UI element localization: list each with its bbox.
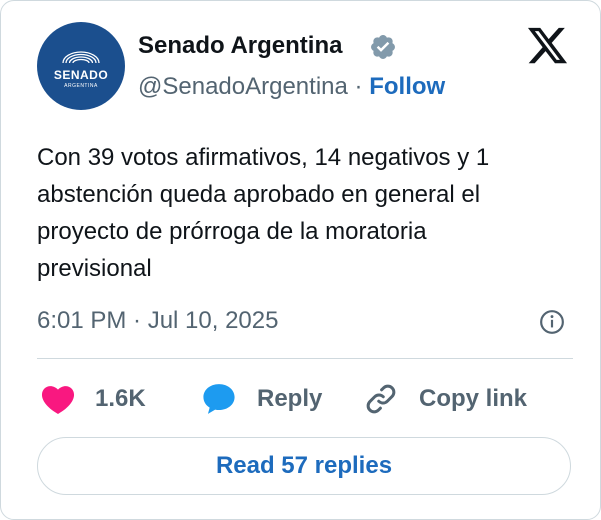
link-icon (366, 384, 396, 414)
divider (37, 358, 573, 359)
reply-label: Reply (257, 385, 323, 412)
tweet-text: Con 39 votos afirmativos, 14 negativos y… (37, 139, 577, 287)
handle-row: @SenadoArgentina · Follow (138, 71, 445, 103)
author-name[interactable]: Senado Argentina (138, 30, 342, 62)
copy-link-button[interactable]: Copy link (363, 379, 527, 419)
reply-button[interactable]: Reply (201, 379, 322, 419)
verified-badge-icon (371, 35, 395, 59)
like-button[interactable]: 1.6K (41, 379, 146, 419)
avatar[interactable]: SENADO ARGENTINA (37, 22, 125, 110)
like-count: 1.6K (95, 385, 146, 412)
info-icon[interactable] (539, 309, 565, 335)
separator: · (354, 73, 363, 100)
follow-button[interactable]: Follow (369, 73, 445, 100)
speech-bubble-icon (203, 384, 235, 414)
avatar-subtext: ARGENTINA (64, 83, 98, 89)
timestamp[interactable]: 6:01 PM · Jul 10, 2025 (37, 305, 278, 337)
tweet-line: abstención queda aprobado en general el (37, 181, 481, 208)
x-logo-icon[interactable] (527, 27, 569, 65)
tweet-line: proyecto de prórroga de la moratoria (37, 218, 427, 245)
read-replies-button[interactable]: Read 57 replies (37, 437, 571, 495)
tweet-line: previsional (37, 255, 152, 282)
senate-dome-icon (62, 51, 100, 64)
tweet-card: SENADO ARGENTINA Senado Argentina @Senad… (0, 0, 601, 520)
tweet-line: Con 39 votos afirmativos, 14 negativos y… (37, 144, 490, 171)
avatar-text: SENADO (53, 68, 109, 82)
heart-icon (41, 386, 75, 415)
author-handle[interactable]: @SenadoArgentina (138, 73, 348, 100)
copy-link-label: Copy link (419, 385, 528, 412)
